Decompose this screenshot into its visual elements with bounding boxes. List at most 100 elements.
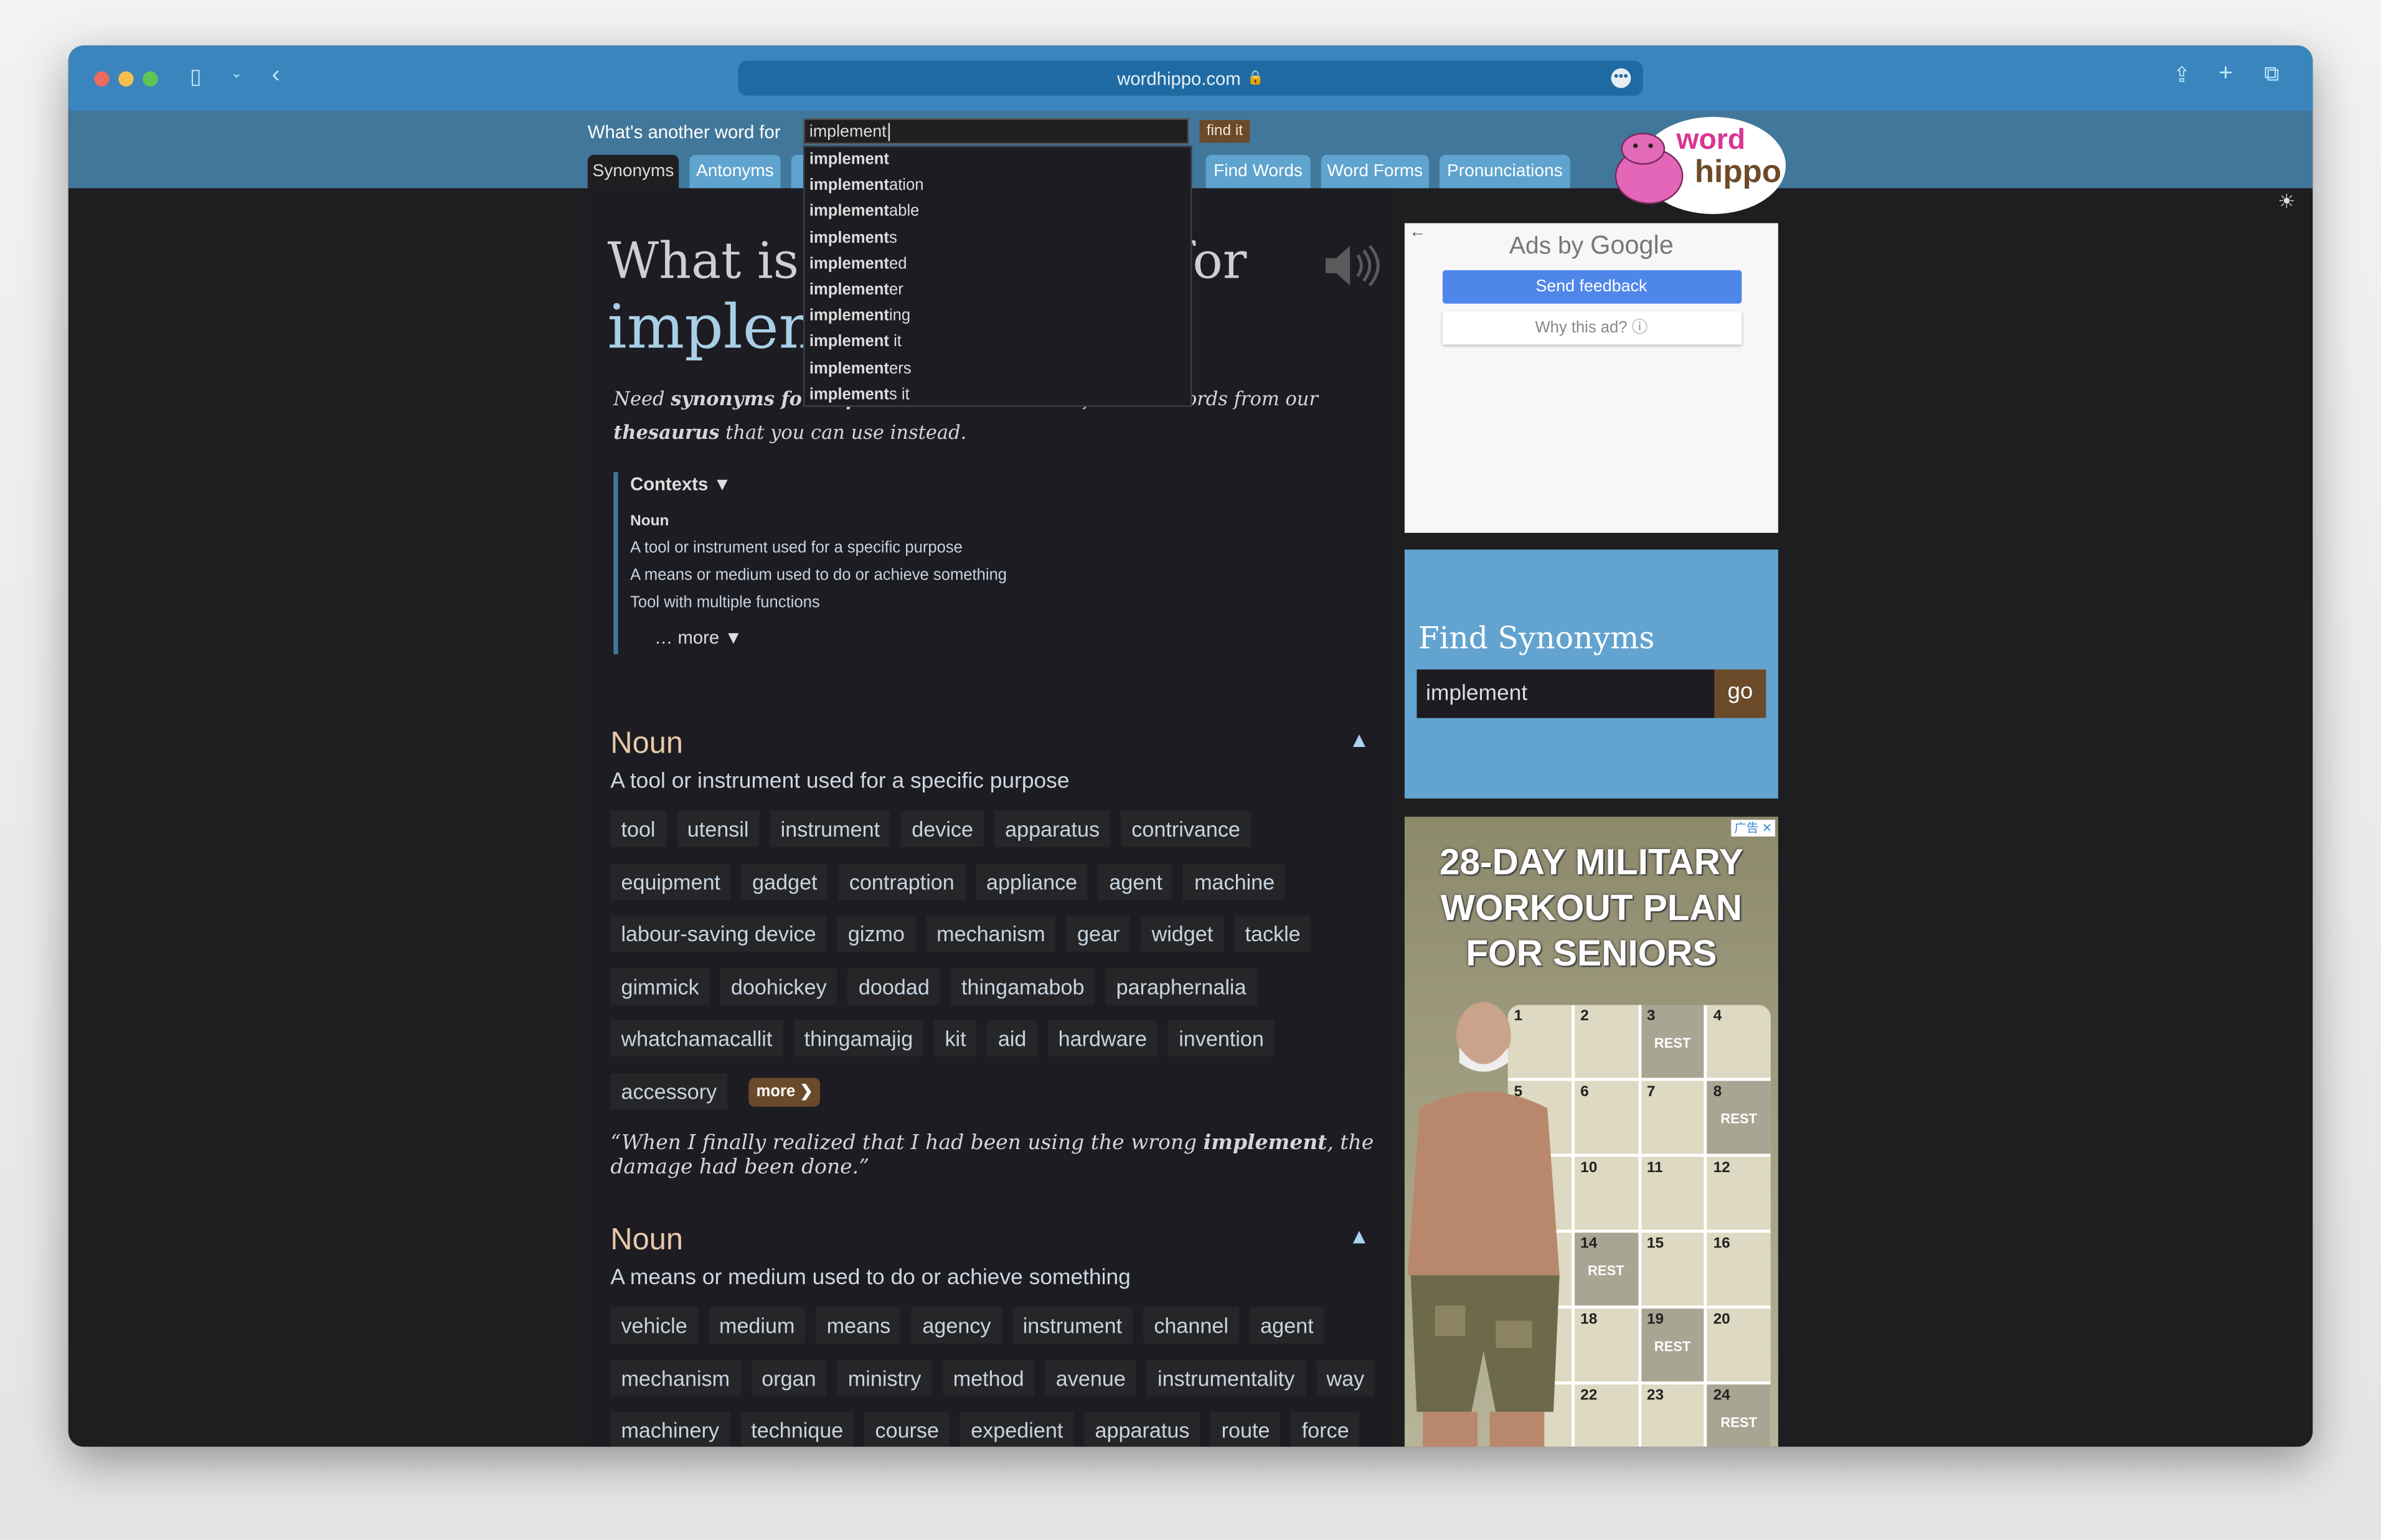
share-icon[interactable]: ⇪ <box>2173 62 2191 88</box>
workout-ad[interactable]: 28-DAY MILITARY WORKOUT PLAN FOR SENIORS… <box>1404 817 1778 1447</box>
tab-pronunciations[interactable]: Pronunciations <box>1439 154 1570 189</box>
sun-icon[interactable]: ☀ <box>2278 190 2295 214</box>
maximize-window-button[interactable] <box>143 71 158 87</box>
rest-label: REST <box>1588 1263 1624 1279</box>
synonym-tag[interactable]: force <box>1291 1412 1360 1447</box>
find-synonyms-input[interactable]: implement <box>1417 669 1715 718</box>
synonym-tag[interactable]: hardware <box>1047 1020 1158 1057</box>
collapse-up-icon[interactable]: ▲ <box>1349 1224 1370 1248</box>
send-feedback-button[interactable]: Send feedback <box>1441 270 1742 304</box>
synonym-tag[interactable]: agency <box>912 1307 1002 1344</box>
minimize-window-button[interactable] <box>118 71 134 87</box>
synonym-tag[interactable]: doodad <box>847 967 940 1005</box>
synonym-tag[interactable]: route <box>1210 1412 1281 1447</box>
synonym-tag[interactable]: doohickey <box>720 967 837 1005</box>
chevron-down-icon[interactable]: ⌄ <box>231 65 242 82</box>
tab-find-words[interactable]: Find Words <box>1205 154 1311 189</box>
autocomplete-option[interactable]: implementer <box>805 278 1190 304</box>
synonym-tag[interactable]: organ <box>751 1359 827 1396</box>
search-input[interactable]: implement <box>803 118 1189 144</box>
tab-antonyms[interactable]: Antonyms <box>689 154 781 189</box>
synonym-tag[interactable]: method <box>942 1359 1035 1396</box>
synonym-tag[interactable]: accessory <box>610 1073 728 1109</box>
synonym-tag[interactable]: medium <box>708 1307 806 1344</box>
synonym-tag[interactable]: agent <box>1098 863 1173 899</box>
synonym-tag[interactable]: agent <box>1250 1307 1324 1344</box>
synonym-tag[interactable]: ministry <box>837 1359 932 1396</box>
synonym-tag[interactable]: instrumentality <box>1146 1359 1306 1396</box>
autocomplete-option[interactable]: implemented <box>805 251 1190 278</box>
synonym-tag[interactable]: means <box>816 1307 902 1344</box>
synonym-tag[interactable]: expedient <box>960 1412 1074 1447</box>
synonym-tag[interactable]: widget <box>1141 915 1224 952</box>
context-link[interactable]: Tool with multiple functions <box>630 594 1177 612</box>
ad-close-badge[interactable]: 广告 ✕ <box>1731 819 1775 837</box>
synonym-tag[interactable]: invention <box>1168 1020 1275 1057</box>
synonym-tag[interactable]: technique <box>740 1412 854 1447</box>
autocomplete-option[interactable]: implementers <box>805 356 1190 382</box>
synonym-tag[interactable]: gadget <box>742 863 828 899</box>
synonym-tag[interactable]: appliance <box>975 863 1088 899</box>
synonym-tag[interactable]: contrivance <box>1121 810 1251 847</box>
synonym-tag[interactable]: equipment <box>610 863 732 899</box>
autocomplete-option[interactable]: implementable <box>805 199 1190 225</box>
go-button[interactable]: go <box>1714 669 1766 718</box>
synonym-tag[interactable]: kit <box>934 1020 977 1057</box>
synonym-tag[interactable]: aid <box>987 1020 1037 1057</box>
autocomplete-option[interactable]: implements <box>805 225 1190 251</box>
autocomplete-option[interactable]: implement <box>805 148 1190 174</box>
more-synonyms-button[interactable]: more ❯ <box>748 1077 821 1106</box>
autocomplete-option[interactable]: implementing <box>805 304 1190 330</box>
synonym-tag[interactable]: device <box>901 810 984 847</box>
tab-word-forms[interactable]: Word Forms <box>1321 154 1429 189</box>
speaker-icon[interactable] <box>1323 243 1380 288</box>
sidebar-icon[interactable]: ▯ <box>190 63 202 89</box>
back-arrow-icon[interactable]: ← <box>1409 223 1426 242</box>
wordhippo-logo[interactable]: word hippo <box>1606 115 1794 215</box>
address-bar[interactable]: wordhippo.com 🔒 ••• <box>738 60 1643 96</box>
synonym-tag[interactable]: channel <box>1143 1307 1240 1344</box>
synonym-tag[interactable]: paraphernalia <box>1105 967 1257 1005</box>
back-icon[interactable]: ‹ <box>272 62 280 90</box>
more-icon[interactable]: ••• <box>1611 68 1631 88</box>
contexts-toggle[interactable]: Contexts ▼ <box>630 474 1177 495</box>
synonym-tag[interactable]: vehicle <box>610 1307 698 1344</box>
synonym-tag[interactable]: way <box>1316 1359 1375 1396</box>
synonym-tag[interactable]: tackle <box>1234 915 1311 952</box>
synonym-tag[interactable]: contraption <box>838 863 965 899</box>
close-window-button[interactable] <box>94 71 110 87</box>
autocomplete-option[interactable]: implementation <box>805 173 1190 199</box>
why-this-ad-button[interactable]: Why this ad? ⓘ <box>1441 311 1742 345</box>
find-it-button[interactable]: find it <box>1199 120 1250 143</box>
synonym-tag[interactable]: thingamajig <box>793 1020 924 1057</box>
synonym-tag[interactable]: mechanism <box>926 915 1056 952</box>
autocomplete-option[interactable]: implements it <box>805 382 1190 408</box>
synonym-tag[interactable]: labour-saving device <box>610 915 827 952</box>
synonym-tag[interactable]: gizmo <box>837 915 916 952</box>
suggestion-suffix: it <box>889 332 902 352</box>
ad-headline: 28-DAY MILITARY WORKOUT PLAN FOR SENIORS <box>1439 842 1743 975</box>
synonym-tag[interactable]: machine <box>1184 863 1286 899</box>
synonym-tag[interactable]: course <box>864 1412 950 1447</box>
tabs-overview-icon[interactable]: ⧉ <box>2264 61 2279 87</box>
synonym-tag[interactable]: gimmick <box>610 967 710 1005</box>
synonym-tag[interactable]: tool <box>610 810 666 847</box>
tab-synonyms[interactable]: Synonyms <box>587 154 679 189</box>
synonym-tag[interactable]: mechanism <box>610 1359 741 1396</box>
autocomplete-option[interactable]: implement it <box>805 330 1190 356</box>
context-link[interactable]: A means or medium used to do or achieve … <box>630 566 1177 585</box>
context-link[interactable]: A tool or instrument used for a specific… <box>630 539 1177 557</box>
synonym-tag[interactable]: apparatus <box>1084 1412 1200 1447</box>
synonym-tag[interactable]: avenue <box>1045 1359 1136 1396</box>
new-tab-icon[interactable]: + <box>2218 61 2233 88</box>
synonym-tag[interactable]: whatchamacallit <box>610 1020 783 1057</box>
synonym-tag[interactable]: instrument <box>1012 1307 1133 1344</box>
contexts-more-button[interactable]: … more ▼ <box>654 627 1177 648</box>
synonym-tag[interactable]: machinery <box>610 1412 730 1447</box>
synonym-tag[interactable]: instrument <box>770 810 891 847</box>
collapse-up-icon[interactable]: ▲ <box>1349 727 1370 751</box>
synonym-tag[interactable]: thingamabob <box>950 967 1095 1005</box>
synonym-tag[interactable]: gear <box>1066 915 1131 952</box>
synonym-tag[interactable]: utensil <box>676 810 760 847</box>
synonym-tag[interactable]: apparatus <box>994 810 1111 847</box>
